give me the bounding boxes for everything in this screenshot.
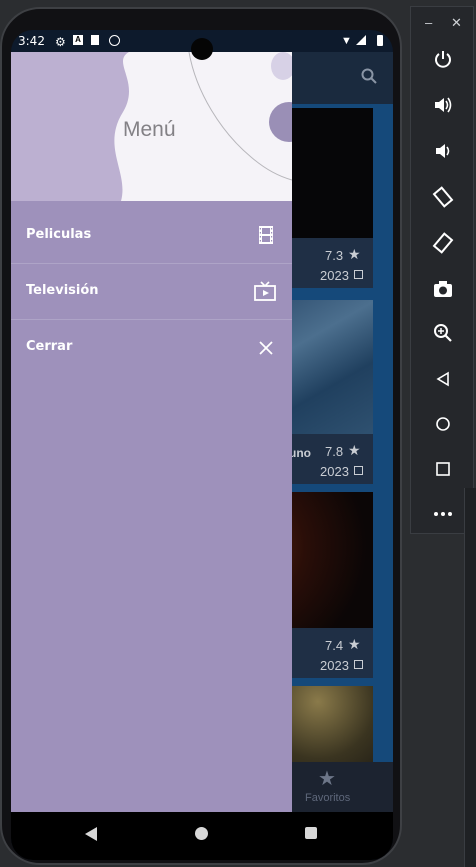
front-camera bbox=[191, 38, 213, 60]
drawer-header: Menú bbox=[11, 52, 292, 201]
overview-icon[interactable] bbox=[305, 827, 317, 839]
star-icon[interactable]: ★ bbox=[318, 766, 336, 791]
movie-title: uno bbox=[289, 446, 311, 460]
more-icon[interactable] bbox=[429, 500, 457, 528]
wifi-icon: ▼ bbox=[341, 35, 352, 47]
overview-icon[interactable] bbox=[429, 455, 457, 483]
volume-up-icon[interactable] bbox=[429, 91, 457, 119]
rotate-left-icon[interactable] bbox=[429, 183, 457, 211]
rating-value: 7.8 bbox=[325, 444, 344, 459]
settings-icon: ⚙ bbox=[55, 35, 66, 49]
device-screen: 7.3 ★ 2023 uno 7.8 ★ 2023 7.4 ★ 2023 ★ F… bbox=[11, 30, 393, 860]
star-icon: ★ bbox=[348, 442, 361, 458]
drawer-item-label: Cerrar bbox=[26, 339, 73, 354]
year-value: 2023 bbox=[320, 658, 349, 673]
rating-value: 7.4 bbox=[325, 638, 344, 653]
tv-icon bbox=[254, 281, 276, 301]
search-icon[interactable] bbox=[361, 68, 377, 84]
volume-down-icon[interactable] bbox=[429, 137, 457, 165]
drawer-item-television[interactable]: Televisión bbox=[11, 264, 292, 320]
rotate-right-icon[interactable] bbox=[429, 229, 457, 257]
year-value: 2023 bbox=[320, 268, 349, 283]
calendar-icon bbox=[354, 270, 363, 279]
status-time: 3:42 bbox=[18, 34, 45, 48]
calendar-icon bbox=[354, 660, 363, 669]
drawer-item-peliculas[interactable]: Peliculas bbox=[11, 208, 292, 264]
drawer-item-cerrar[interactable]: Cerrar bbox=[11, 320, 292, 376]
minimize-icon[interactable]: – bbox=[425, 15, 432, 30]
favorites-tab-label[interactable]: Favoritos bbox=[305, 792, 350, 804]
phone-frame: 7.3 ★ 2023 uno 7.8 ★ 2023 7.4 ★ 2023 ★ F… bbox=[0, 7, 402, 865]
home-icon[interactable] bbox=[429, 410, 457, 438]
home-icon[interactable] bbox=[195, 827, 208, 840]
rating-value: 7.3 bbox=[325, 248, 344, 263]
sd-card-icon bbox=[91, 35, 99, 45]
camera-icon[interactable] bbox=[429, 275, 457, 303]
star-icon: ★ bbox=[348, 246, 361, 262]
navigation-drawer: Menú Peliculas Televisión Cerrar bbox=[11, 52, 292, 812]
back-icon[interactable] bbox=[429, 365, 457, 393]
calendar-icon bbox=[354, 466, 363, 475]
star-icon: ★ bbox=[348, 636, 361, 652]
close-window-icon[interactable]: ✕ bbox=[451, 15, 462, 31]
year-value: 2023 bbox=[320, 464, 349, 479]
close-icon bbox=[259, 341, 273, 355]
drawer-item-label: Televisión bbox=[26, 283, 99, 298]
signal-icon bbox=[356, 35, 366, 45]
adjacent-panel-edge bbox=[464, 488, 476, 867]
film-icon bbox=[259, 226, 273, 244]
notification-a-icon: A bbox=[73, 35, 83, 45]
data-saver-icon bbox=[109, 35, 120, 46]
emulator-toolbar: – ✕ bbox=[410, 6, 474, 534]
battery-icon bbox=[377, 35, 383, 46]
back-icon[interactable] bbox=[85, 827, 97, 841]
drawer-item-label: Peliculas bbox=[26, 227, 92, 242]
drawer-title: Menú bbox=[123, 118, 176, 141]
system-navigation-bar bbox=[11, 812, 393, 860]
power-icon[interactable] bbox=[429, 45, 457, 73]
zoom-icon[interactable] bbox=[429, 319, 457, 347]
